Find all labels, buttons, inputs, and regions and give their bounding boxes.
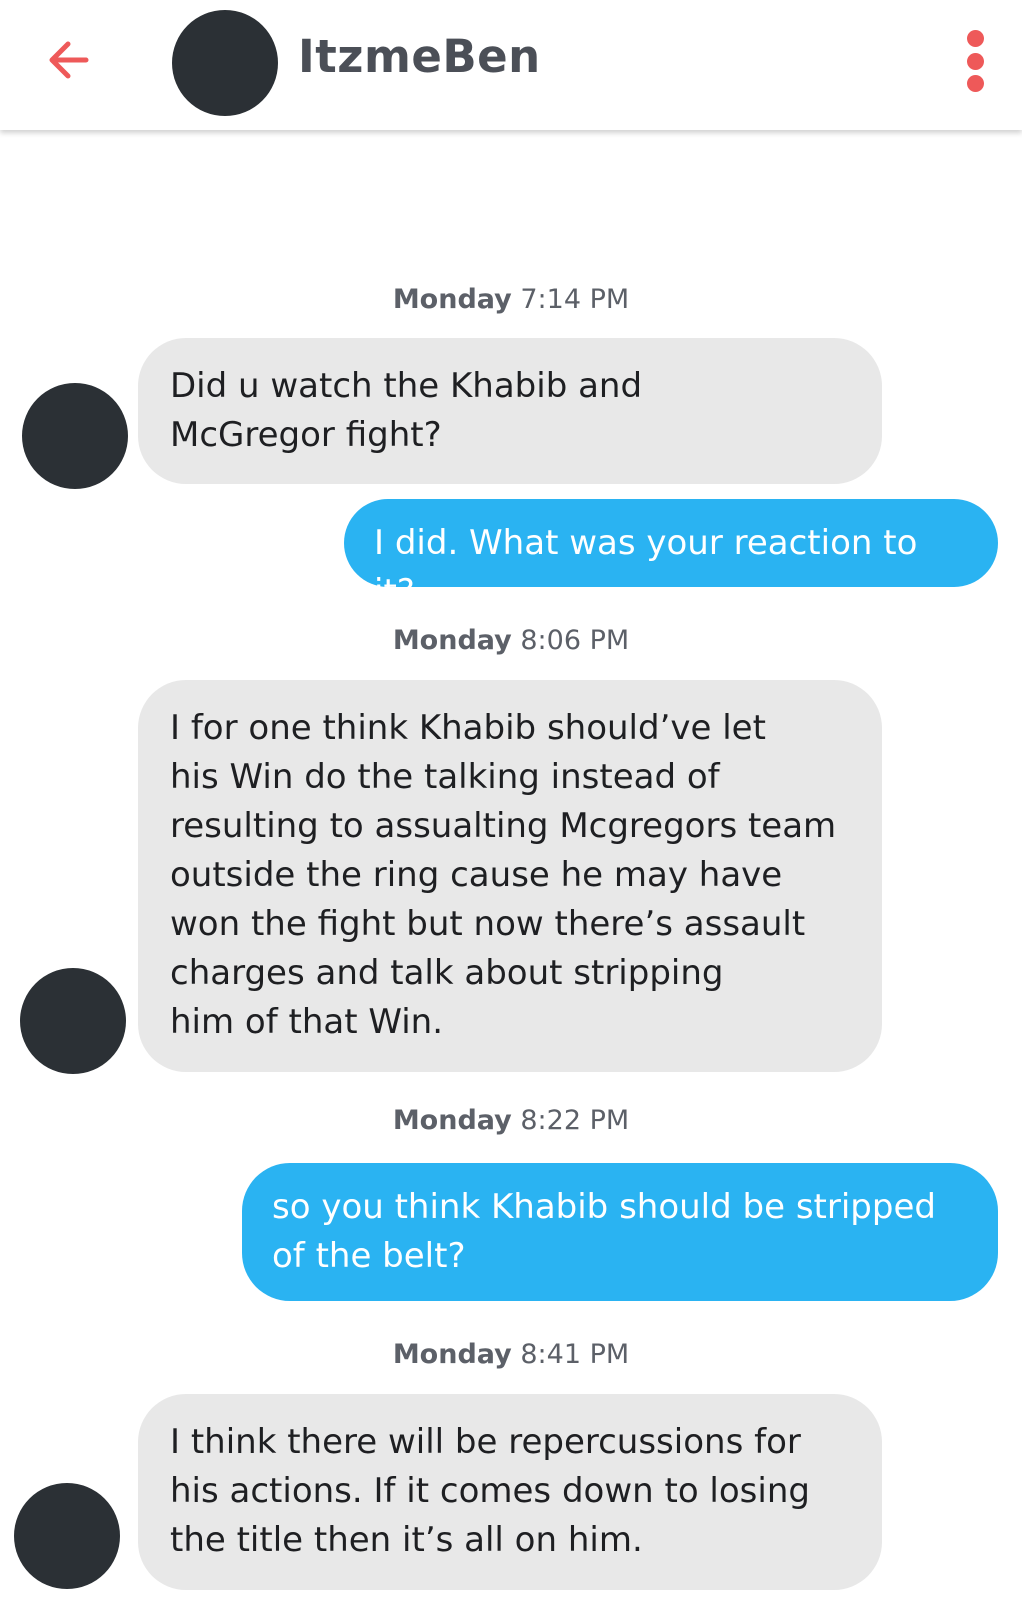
kebab-menu-icon (966, 30, 984, 47)
options-menu-button[interactable] (958, 30, 992, 92)
timestamp-day: Monday (392, 1105, 512, 1136)
timestamp-time: 8:41 PM (520, 1339, 630, 1370)
sender-avatar[interactable] (22, 383, 128, 489)
contact-avatar[interactable] (172, 10, 278, 116)
back-button[interactable] (40, 32, 96, 88)
message-timestamp: Monday 8:22 PM (0, 1105, 1022, 1136)
message-timestamp: Monday 7:14 PM (0, 284, 1022, 315)
timestamp-time: 7:14 PM (520, 284, 630, 315)
outgoing-message-bubble[interactable]: so you think Khabib should be stripped o… (242, 1163, 998, 1301)
timestamp-time: 8:06 PM (520, 625, 630, 656)
chat-header: ItzmeBen (0, 0, 1022, 130)
incoming-message-bubble[interactable]: I for one think Khabib should’ve let his… (138, 680, 882, 1072)
sender-avatar[interactable] (14, 1483, 120, 1589)
kebab-menu-icon-dot (966, 75, 984, 92)
sender-avatar[interactable] (20, 968, 126, 1074)
timestamp-day: Monday (392, 284, 512, 315)
chat-screen: ItzmeBen Monday 7:14 PM Did u watch the … (0, 0, 1022, 1600)
incoming-message-bubble[interactable]: I think there will be repercussions for … (138, 1394, 882, 1590)
message-timestamp: Monday 8:41 PM (0, 1339, 1022, 1370)
timestamp-time: 8:22 PM (520, 1105, 630, 1136)
timestamp-day: Monday (392, 625, 512, 656)
contact-name[interactable]: ItzmeBen (298, 30, 541, 83)
outgoing-message-bubble[interactable]: I did. What was your reaction to it? (344, 499, 998, 612)
arrow-left-icon (49, 41, 89, 79)
kebab-menu-icon-dot (966, 52, 984, 70)
timestamp-day: Monday (392, 1339, 512, 1370)
incoming-message-bubble[interactable]: Did u watch the Khabib and McGregor figh… (138, 338, 882, 484)
message-timestamp: Monday 8:06 PM (0, 625, 1022, 656)
